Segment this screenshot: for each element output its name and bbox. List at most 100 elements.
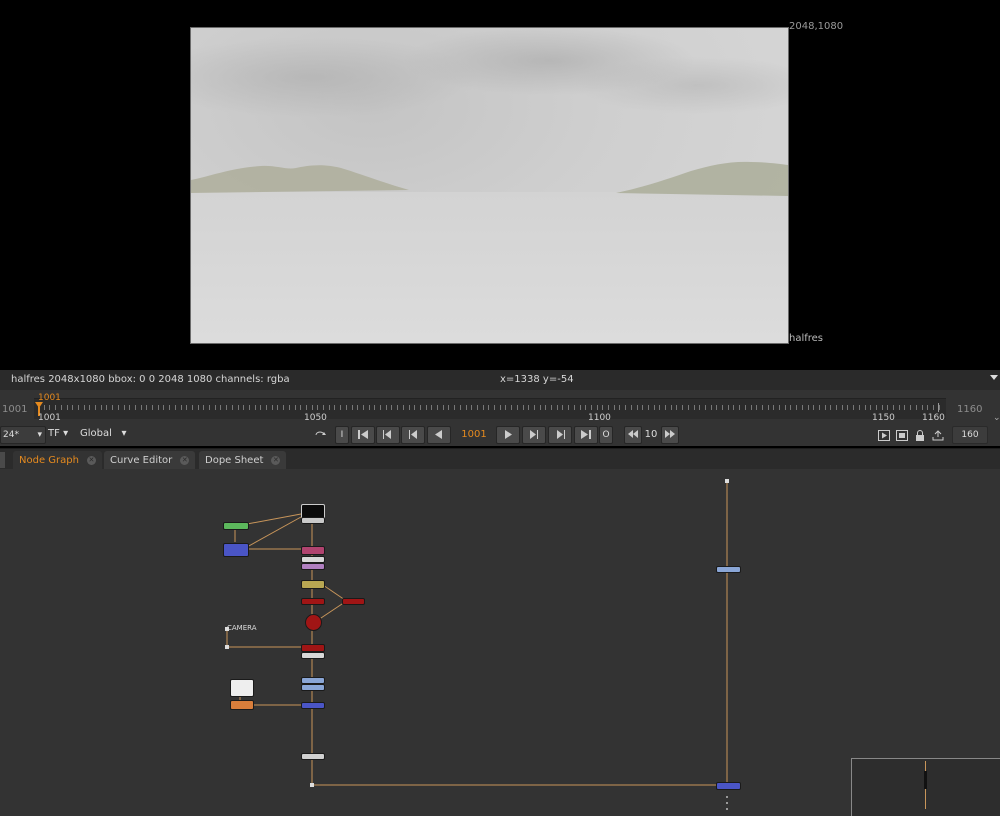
blue-light-node-2[interactable] xyxy=(301,684,325,691)
red-node-2[interactable] xyxy=(342,598,365,605)
current-frame-field[interactable]: 1001 xyxy=(455,426,493,444)
step-back-increment-button[interactable] xyxy=(624,426,642,444)
timeline-tick xyxy=(733,405,735,410)
timeline-tick xyxy=(66,405,68,410)
tick-label-1100: 1100 xyxy=(588,413,611,423)
range-mode-label: Global xyxy=(80,428,112,439)
timeline-tick xyxy=(231,405,233,410)
increment-field[interactable]: 10 xyxy=(642,426,660,444)
in-frame-field[interactable]: 1001 xyxy=(2,404,27,415)
timeline-tick xyxy=(716,405,718,410)
out-frame-field[interactable]: 1160 xyxy=(957,404,982,415)
panel-menu-handle[interactable] xyxy=(0,452,5,468)
timeline-tick xyxy=(801,405,803,410)
blue-light-node-right[interactable] xyxy=(716,566,741,573)
white-node-1[interactable] xyxy=(301,652,325,659)
red-node-1[interactable] xyxy=(301,598,325,605)
record-button[interactable] xyxy=(894,426,910,444)
timeline-tick xyxy=(847,405,849,410)
merge-node-pink[interactable] xyxy=(301,546,325,555)
timeline-tick xyxy=(351,405,353,410)
step-forward-increment-button[interactable] xyxy=(661,426,679,444)
close-icon[interactable]: ✕ xyxy=(180,455,190,465)
timeline-tick xyxy=(915,405,917,410)
info-dropdown-icon[interactable] xyxy=(990,375,998,380)
node-graph-minimap[interactable] xyxy=(851,758,1000,816)
orange-node[interactable] xyxy=(230,700,254,710)
timeline-tick xyxy=(448,405,450,410)
viewer-panel[interactable]: 2048,1080 halfres xyxy=(0,0,1000,370)
next-keyframe-button[interactable] xyxy=(548,426,572,444)
timeline-tick xyxy=(779,405,780,410)
write-node[interactable] xyxy=(716,782,741,790)
timeline-tick xyxy=(328,405,330,410)
timeline-ruler[interactable] xyxy=(34,398,946,419)
blue-node[interactable] xyxy=(223,543,249,557)
timeline-tick xyxy=(277,405,279,410)
yellow-node[interactable] xyxy=(301,580,325,589)
in-point-button[interactable]: I xyxy=(335,426,349,444)
play-backward-button[interactable] xyxy=(427,426,451,444)
viewer-image[interactable] xyxy=(190,27,789,344)
timeline-tick xyxy=(146,405,148,410)
close-icon[interactable]: ✕ xyxy=(86,455,96,465)
timeline-tick xyxy=(921,405,923,410)
timeline-tick xyxy=(203,405,205,410)
red-dot-node[interactable] xyxy=(305,614,322,631)
transform-node-purple[interactable] xyxy=(301,563,325,570)
collapse-chevron-icon[interactable]: ⌄ xyxy=(993,413,1000,423)
scanline-render-node[interactable] xyxy=(301,644,325,652)
out-point-button[interactable]: O xyxy=(599,426,613,444)
fps-dropdown[interactable]: 24* ▾ xyxy=(0,426,46,444)
play-forward-button[interactable] xyxy=(496,426,520,444)
loop-mode-button[interactable] xyxy=(311,426,331,444)
timeline-tick xyxy=(311,405,313,410)
timeline-tick xyxy=(357,405,359,410)
next-frame-button[interactable] xyxy=(522,426,546,444)
green-node[interactable] xyxy=(223,522,249,530)
last-frame-button[interactable] xyxy=(574,426,598,444)
image-thumbnail-node[interactable] xyxy=(230,679,254,697)
tab-label: Dope Sheet xyxy=(205,455,264,466)
timeline-tick xyxy=(380,405,381,410)
prev-keyframe-button[interactable] xyxy=(376,426,400,444)
timeline-tick xyxy=(625,405,627,410)
step-back-icon xyxy=(409,430,417,439)
timeline-tick xyxy=(288,405,290,410)
timeline-tick xyxy=(334,405,336,410)
blue-node-2[interactable] xyxy=(301,702,325,709)
tf-dropdown[interactable]: TF ▾ xyxy=(48,428,68,439)
timeline-tick xyxy=(408,405,410,410)
first-frame-button[interactable] xyxy=(351,426,375,444)
node-graph-canvas[interactable]: CAMERA xyxy=(0,469,1000,816)
grade-node[interactable] xyxy=(301,556,325,563)
blue-light-node-1[interactable] xyxy=(301,677,325,684)
white-node-2[interactable] xyxy=(301,753,325,760)
timeline-tick xyxy=(710,405,712,410)
end-frame-field[interactable]: 160 xyxy=(952,426,988,444)
export-button[interactable] xyxy=(930,426,946,444)
timeline-tick xyxy=(807,405,809,410)
timeline-tick xyxy=(539,405,541,410)
timeline-tick xyxy=(72,405,74,410)
close-icon[interactable]: ✕ xyxy=(271,455,281,465)
timeline-tick xyxy=(813,405,815,410)
read-node[interactable] xyxy=(301,517,325,524)
timeline-tick xyxy=(254,405,256,410)
loop-icon xyxy=(315,431,326,436)
timeline-tick xyxy=(693,405,695,410)
tab-node-graph[interactable]: Node Graph ✕ xyxy=(13,451,102,470)
tab-curve-editor[interactable]: Curve Editor ✕ xyxy=(104,451,196,470)
tab-dope-sheet[interactable]: Dope Sheet ✕ xyxy=(199,451,287,470)
timeline-tick xyxy=(300,405,302,410)
timeline-tick xyxy=(511,405,513,410)
timeline-tick xyxy=(505,405,507,410)
timeline-tick xyxy=(608,405,609,410)
prev-frame-button[interactable] xyxy=(401,426,425,444)
timeline-tick xyxy=(271,405,273,410)
flipbook-button[interactable] xyxy=(876,426,892,444)
lock-button[interactable] xyxy=(912,426,928,444)
range-mode-dropdown[interactable]: Global ▾ xyxy=(80,428,126,439)
timeline-tick xyxy=(294,405,296,410)
fps-value: 24* xyxy=(3,430,19,440)
